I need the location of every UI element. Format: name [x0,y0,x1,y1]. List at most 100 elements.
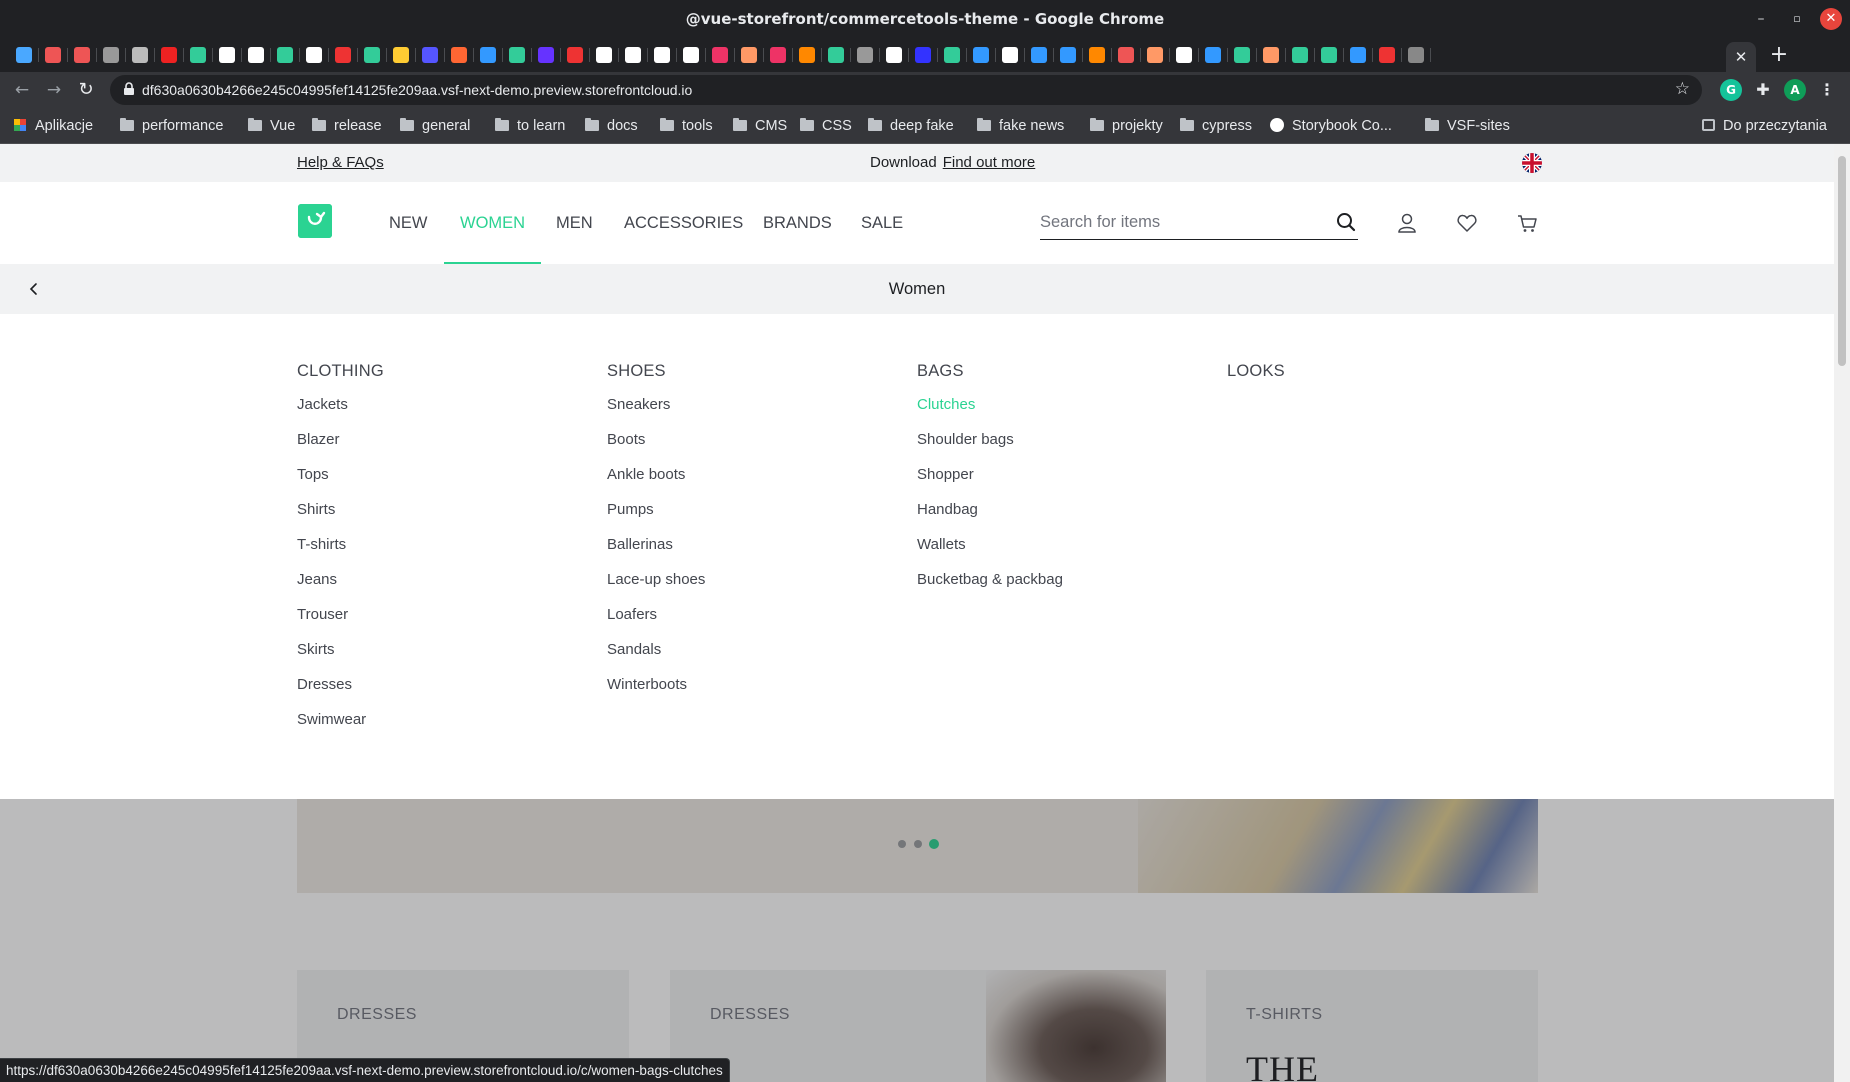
tab-favicon-icon[interactable] [741,47,757,63]
reload-icon[interactable]: ↻ [74,78,98,102]
bookmark-item[interactable]: general [400,108,470,144]
tab-favicon-icon[interactable] [16,47,32,63]
bookmark-item[interactable]: docs [585,108,638,144]
tab-favicon-icon[interactable] [886,47,902,63]
tab-favicon-icon[interactable] [45,47,61,63]
search-bar[interactable] [1040,206,1358,240]
bookmark-item[interactable]: Aplikacje [14,108,93,144]
tab-favicon-icon[interactable] [509,47,525,63]
menu-link[interactable]: Sneakers [607,396,670,413]
menu-column-heading[interactable]: SHOES [607,362,666,381]
scrollbar-thumb[interactable] [1838,156,1846,366]
tab-favicon-icon[interactable] [277,47,293,63]
tab-favicon-icon[interactable] [393,47,409,63]
nav-item-men[interactable]: MEN [556,182,593,264]
tab-favicon-icon[interactable] [451,47,467,63]
menu-link[interactable]: T-shirts [297,536,346,553]
profile-avatar[interactable]: A [1784,79,1806,101]
tab-favicon-icon[interactable] [596,47,612,63]
nav-item-women[interactable]: WOMEN [443,182,542,264]
back-arrow-icon[interactable]: ← [10,78,34,102]
tab-favicon-icon[interactable] [1147,47,1163,63]
find-out-more-link[interactable]: Find out more [943,154,1036,171]
maximize-icon[interactable]: ▫ [1786,8,1808,30]
bookmark-item[interactable]: fake news [977,108,1064,144]
wishlist-heart-icon[interactable] [1456,212,1478,234]
tab-favicon-icon[interactable] [1292,47,1308,63]
menu-column-heading[interactable]: LOOKS [1227,362,1285,381]
menu-link[interactable]: Winterboots [607,676,687,693]
active-tab[interactable]: ✕ [1726,42,1756,72]
menu-backdrop-overlay[interactable] [0,799,1834,1082]
menu-link[interactable]: Sandals [607,641,661,658]
menu-link[interactable]: Blazer [297,431,340,448]
tab-favicon-icon[interactable] [1350,47,1366,63]
menu-link[interactable]: Pumps [607,501,654,518]
tab-favicon-icon[interactable] [567,47,583,63]
page-scrollbar[interactable] [1834,144,1850,1082]
tab-favicon-icon[interactable] [857,47,873,63]
tab-favicon-icon[interactable] [1176,47,1192,63]
bookmark-item[interactable]: projekty [1090,108,1163,144]
minimize-icon[interactable]: – [1750,8,1772,30]
menu-link[interactable]: Lace-up shoes [607,571,705,588]
tab-favicon-icon[interactable] [422,47,438,63]
menu-column-heading[interactable]: BAGS [917,362,964,381]
address-bar[interactable]: df630a0630b4266e245c04995fef14125fe209aa… [110,75,1702,105]
tab-favicon-icon[interactable] [915,47,931,63]
bookmark-item[interactable]: CSS [800,108,852,144]
account-icon[interactable] [1396,212,1418,234]
tab-close-icon[interactable]: ✕ [1735,48,1748,66]
tab-favicon-icon[interactable] [190,47,206,63]
tab-favicon-icon[interactable] [74,47,90,63]
tab-favicon-icon[interactable] [103,47,119,63]
bookmark-item[interactable]: VSF-sites [1425,108,1510,144]
menu-link[interactable]: Wallets [917,536,966,553]
bookmark-item[interactable]: Vue [248,108,295,144]
tab-favicon-icon[interactable] [161,47,177,63]
menu-link[interactable]: Trouser [297,606,348,623]
menu-link[interactable]: Ankle boots [607,466,685,483]
menu-link[interactable]: Ballerinas [607,536,673,553]
nav-item-brands[interactable]: BRANDS [763,182,832,264]
nav-item-accessories[interactable]: ACCESSORIES [624,182,743,264]
tab-favicon-icon[interactable] [1031,47,1047,63]
menu-link[interactable]: Loafers [607,606,657,623]
tab-favicon-icon[interactable] [654,47,670,63]
extensions-puzzle-icon[interactable]: ✚ [1752,79,1774,101]
cart-icon[interactable] [1516,212,1538,234]
bookmark-item[interactable]: cypress [1180,108,1252,144]
tab-favicon-icon[interactable] [1002,47,1018,63]
tab-favicon-icon[interactable] [973,47,989,63]
tab-favicon-icon[interactable] [480,47,496,63]
tab-favicon-icon[interactable] [1118,47,1134,63]
menu-link[interactable]: Shirts [297,501,335,518]
new-tab-button[interactable]: + [1766,42,1792,68]
tab-favicon-icon[interactable] [1234,47,1250,63]
menu-link[interactable]: Tops [297,466,329,483]
menu-link[interactable]: Shoulder bags [917,431,1014,448]
menu-link[interactable]: Boots [607,431,645,448]
search-input[interactable] [1040,206,1320,238]
search-icon[interactable] [1336,212,1356,232]
nav-item-new[interactable]: NEW [389,182,428,264]
uk-flag-icon[interactable] [1522,153,1542,173]
menu-link[interactable]: Shopper [917,466,974,483]
menu-link[interactable]: Handbag [917,501,978,518]
menu-link[interactable]: Jackets [297,396,348,413]
tab-favicon-icon[interactable] [1060,47,1076,63]
tab-favicon-icon[interactable] [1089,47,1105,63]
tab-favicon-icon[interactable] [248,47,264,63]
tab-favicon-icon[interactable] [538,47,554,63]
tab-favicon-icon[interactable] [335,47,351,63]
nav-item-sale[interactable]: SALE [861,182,903,264]
tab-favicon-icon[interactable] [712,47,728,63]
bookmark-item[interactable]: CMS [733,108,787,144]
help-faq-link[interactable]: Help & FAQs [297,154,384,171]
bookmark-item[interactable]: to learn [495,108,565,144]
menu-link[interactable]: Swimwear [297,711,366,728]
tab-favicon-icon[interactable] [219,47,235,63]
forward-arrow-icon[interactable]: → [42,78,66,102]
tab-favicon-icon[interactable] [306,47,322,63]
tab-favicon-icon[interactable] [1379,47,1395,63]
